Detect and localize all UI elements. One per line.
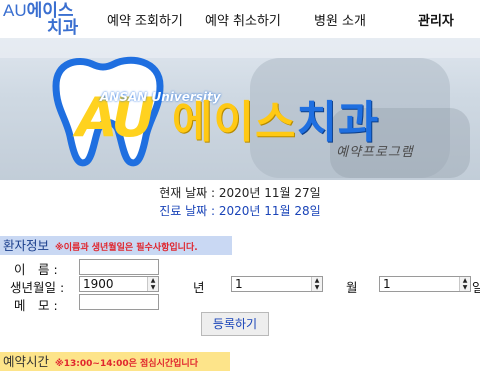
brand-subtitle: 예약프로그램 (336, 145, 414, 160)
birth-month-stepper[interactable]: 1 ▲ ▼ (231, 276, 323, 292)
register-button[interactable]: 등록하기 (201, 312, 269, 336)
patient-info-title: 환자정보 (3, 238, 50, 253)
nav-reservation-lookup[interactable]: 예약 조회하기 (107, 10, 183, 29)
birth-day-value: 1 (383, 277, 391, 291)
current-date: 현재 날짜 : 2020년 11월 27일 (159, 186, 321, 200)
stepper-arrows-icon[interactable]: ▲ ▼ (459, 277, 470, 291)
brand-title: 에이스치과 (172, 99, 379, 147)
nav-hospital-intro[interactable]: 병원 소개 (314, 10, 366, 29)
month-unit: 월 (346, 280, 358, 295)
nav-admin[interactable]: 관리자 (418, 10, 454, 29)
top-nav: AU에이스 치과 예약 조회하기 예약 취소하기 병원 소개 관리자 (0, 0, 480, 39)
year-unit: 년 (193, 280, 205, 295)
stepper-arrows-icon[interactable]: ▲ ▼ (147, 277, 158, 291)
treatment-date: 진료 날짜 : 2020년 11월 28일 (159, 204, 321, 218)
birth-day-stepper[interactable]: 1 ▲ ▼ (379, 276, 471, 292)
lunch-notice: ※13:00~14:00은 점심시간입니다 (55, 359, 198, 369)
nav-reservation-cancel[interactable]: 예약 취소하기 (205, 10, 281, 29)
patient-info-header: 환자정보 ※이름과 생년월일은 필수사항입니다. (0, 236, 232, 255)
hero-banner: AU ANSAN University 에이스치과 예약프로그램 (0, 38, 480, 180)
memo-label: 메 모 : (14, 298, 58, 313)
name-input[interactable] (79, 259, 159, 275)
logo[interactable]: AU에이스 치과 (3, 1, 83, 38)
name-label: 이 름 : (14, 262, 58, 277)
birth-year-value: 1900 (83, 277, 114, 291)
reservation-time-header: 예약시간 ※13:00~14:00은 점심시간입니다 (0, 352, 230, 371)
brand-ace: 에이스 (172, 97, 297, 148)
patient-info-notice: ※이름과 생년월일은 필수사항입니다. (55, 243, 198, 253)
stepper-arrows-icon[interactable]: ▲ ▼ (311, 277, 322, 291)
logo-line2: 치과 (47, 18, 79, 38)
birth-year-stepper[interactable]: 1900 ▲ ▼ (79, 276, 159, 292)
birth-label: 생년월일 : (10, 280, 65, 295)
logo-au: AU (3, 1, 27, 20)
memo-input[interactable] (79, 294, 159, 310)
day-unit: 일 (472, 280, 480, 295)
birth-month-value: 1 (235, 277, 243, 291)
